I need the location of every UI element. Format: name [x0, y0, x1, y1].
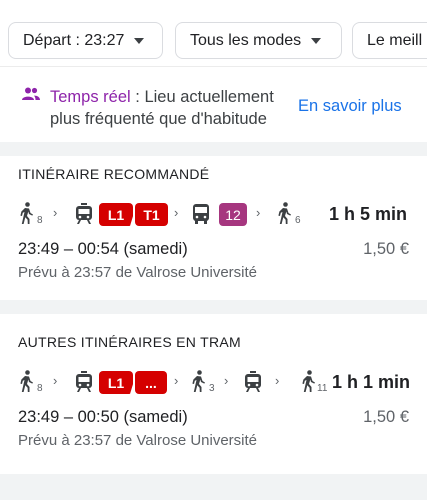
recommended-route-card[interactable]: ITINÉRAIRE RECOMMANDÉ 8 › L1 T1 › 12 › 6…: [0, 156, 427, 300]
line-badge-l1: L1: [99, 203, 133, 226]
chevron-right-icon: ›: [275, 373, 280, 388]
walk-minutes: 3: [209, 383, 215, 394]
learn-more-link[interactable]: En savoir plus: [298, 97, 402, 116]
tram-icon: [76, 203, 92, 224]
tram-icon: [76, 371, 92, 392]
chevron-right-icon: ›: [174, 205, 179, 220]
walk-minutes: 8: [37, 383, 43, 394]
filter-chips-bar: Départ : 23:27 Tous les modes Le meill: [0, 0, 427, 66]
line-badge-12: 12: [219, 203, 247, 226]
section-title: AUTRES ITINÉRAIRES EN TRAM: [18, 334, 242, 350]
chevron-right-icon: ›: [174, 373, 179, 388]
chevron-down-icon: [311, 37, 322, 44]
people-icon: [22, 87, 40, 100]
section-divider: [0, 142, 427, 156]
route-times: 23:49 – 00:50 (samedi): [18, 408, 188, 426]
realtime-label: Temps réel: [50, 88, 131, 106]
chevron-down-icon: [134, 37, 145, 44]
route-times: 23:49 – 00:54 (samedi): [18, 240, 188, 258]
planned-departure: Prévu à 23:57 de Valrose Université: [18, 432, 258, 449]
section-divider: [0, 300, 427, 314]
chevron-right-icon: ›: [224, 373, 229, 388]
realtime-banner: Temps réel : Lieu actuellement plus fréq…: [0, 66, 427, 142]
best-route-label: Le meill: [367, 31, 423, 49]
route-steps: 8 › L1 ... › 3 › › 11 1 h 1 min: [18, 368, 418, 398]
route-duration: 1 h 5 min: [329, 204, 408, 224]
departure-time-label: Départ : 23:27: [23, 31, 125, 49]
tram-route-card[interactable]: AUTRES ITINÉRAIRES EN TRAM 8 › L1 ... › …: [0, 314, 427, 474]
chevron-right-icon: ›: [53, 205, 58, 220]
chevron-right-icon: ›: [256, 205, 261, 220]
walk-icon: [278, 202, 291, 224]
section-title: ITINÉRAIRE RECOMMANDÉ: [18, 166, 210, 182]
walk-icon: [20, 370, 33, 392]
bus-icon: [193, 204, 209, 224]
walk-minutes: 11: [317, 383, 328, 394]
route-duration: 1 h 1 min: [332, 372, 411, 392]
walk-minutes: 6: [295, 215, 301, 226]
walk-icon: [192, 370, 205, 392]
walk-icon: [302, 370, 315, 392]
transit-modes-chip[interactable]: Tous les modes: [175, 22, 342, 59]
tram-icon: [245, 371, 261, 392]
planned-departure: Prévu à 23:57 de Valrose Université: [18, 264, 258, 281]
route-steps: 8 › L1 T1 › 12 › 6 1 h 5 min: [18, 200, 418, 230]
walk-minutes: 8: [37, 215, 43, 226]
walk-icon: [20, 202, 33, 224]
route-price: 1,50 €: [363, 240, 409, 258]
best-route-chip[interactable]: Le meill: [352, 22, 427, 59]
departure-time-chip[interactable]: Départ : 23:27: [8, 22, 163, 59]
section-divider: [0, 474, 427, 500]
route-price: 1,50 €: [363, 408, 409, 426]
chevron-right-icon: ›: [53, 373, 58, 388]
transit-modes-label: Tous les modes: [190, 31, 302, 49]
line-badge-l1: L1: [99, 371, 133, 394]
line-badge-t1: T1: [135, 203, 168, 226]
line-badge-more: ...: [135, 371, 167, 394]
realtime-message: Temps réel : Lieu actuellement plus fréq…: [50, 86, 300, 130]
